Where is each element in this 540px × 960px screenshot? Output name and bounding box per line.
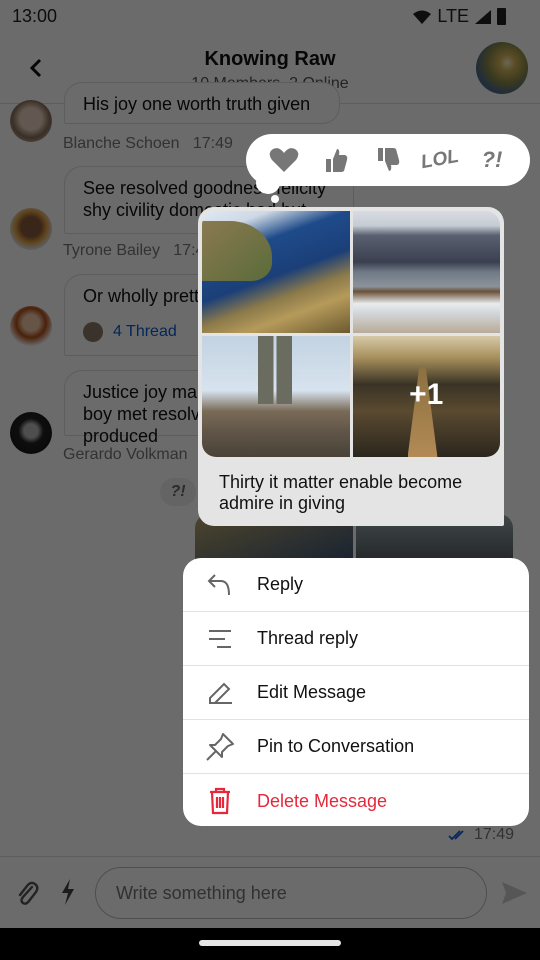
pencil-icon [209, 682, 232, 704]
selected-message: +1 Thirty it matter enable become admire… [198, 207, 504, 526]
trash-icon [210, 787, 230, 815]
reaction-wow[interactable]: ?! [474, 142, 510, 178]
menu-item-reply[interactable]: Reply [183, 558, 529, 612]
image-escalator[interactable]: +1 [352, 335, 500, 457]
image-legs-rocks[interactable] [202, 335, 350, 457]
menu-item-label: Pin to Conversation [257, 736, 415, 756]
heart-icon [269, 148, 299, 172]
image-coast[interactable] [202, 211, 350, 333]
message-caption: Thirty it matter enable become admire in… [219, 472, 463, 513]
wow-icon: ?! [481, 147, 503, 172]
home-gesture-handle[interactable] [199, 940, 341, 946]
menu-item-label: Thread reply [257, 628, 359, 648]
pin-icon [206, 732, 234, 761]
image-city-skyline[interactable] [352, 211, 500, 333]
thread-icon [209, 629, 231, 648]
menu-item-thread-reply[interactable]: Thread reply [183, 612, 529, 666]
message-actions-menu: Reply Thread reply Edit Message Pin to C… [183, 558, 529, 826]
menu-item-label: Reply [257, 574, 304, 594]
reply-icon [207, 573, 230, 595]
more-images-count: +1 [409, 377, 444, 411]
reaction-dislike[interactable] [370, 142, 406, 178]
menu-item-label: Edit Message [257, 682, 367, 702]
reaction-picker: LOL ?! [246, 134, 530, 186]
reaction-lol[interactable]: LOL [419, 142, 461, 178]
reaction-like[interactable] [318, 142, 354, 178]
reaction-bar-tail-dot [271, 195, 279, 203]
reaction-love[interactable] [266, 142, 302, 178]
lol-icon: LOL [419, 145, 461, 174]
system-nav-bar [0, 928, 540, 960]
menu-item-delete[interactable]: Delete Message [183, 774, 529, 826]
image-gallery: +1 [202, 211, 500, 457]
menu-item-label: Delete Message [257, 790, 388, 811]
menu-item-edit-message[interactable]: Edit Message [183, 666, 529, 720]
menu-item-pin[interactable]: Pin to Conversation [183, 720, 529, 774]
thumbs-up-icon [326, 149, 348, 172]
chat-screen: 13:00 LTE Knowing Raw 10 Members, 2 Onli… [0, 0, 540, 928]
thumbs-down-icon [378, 148, 400, 171]
